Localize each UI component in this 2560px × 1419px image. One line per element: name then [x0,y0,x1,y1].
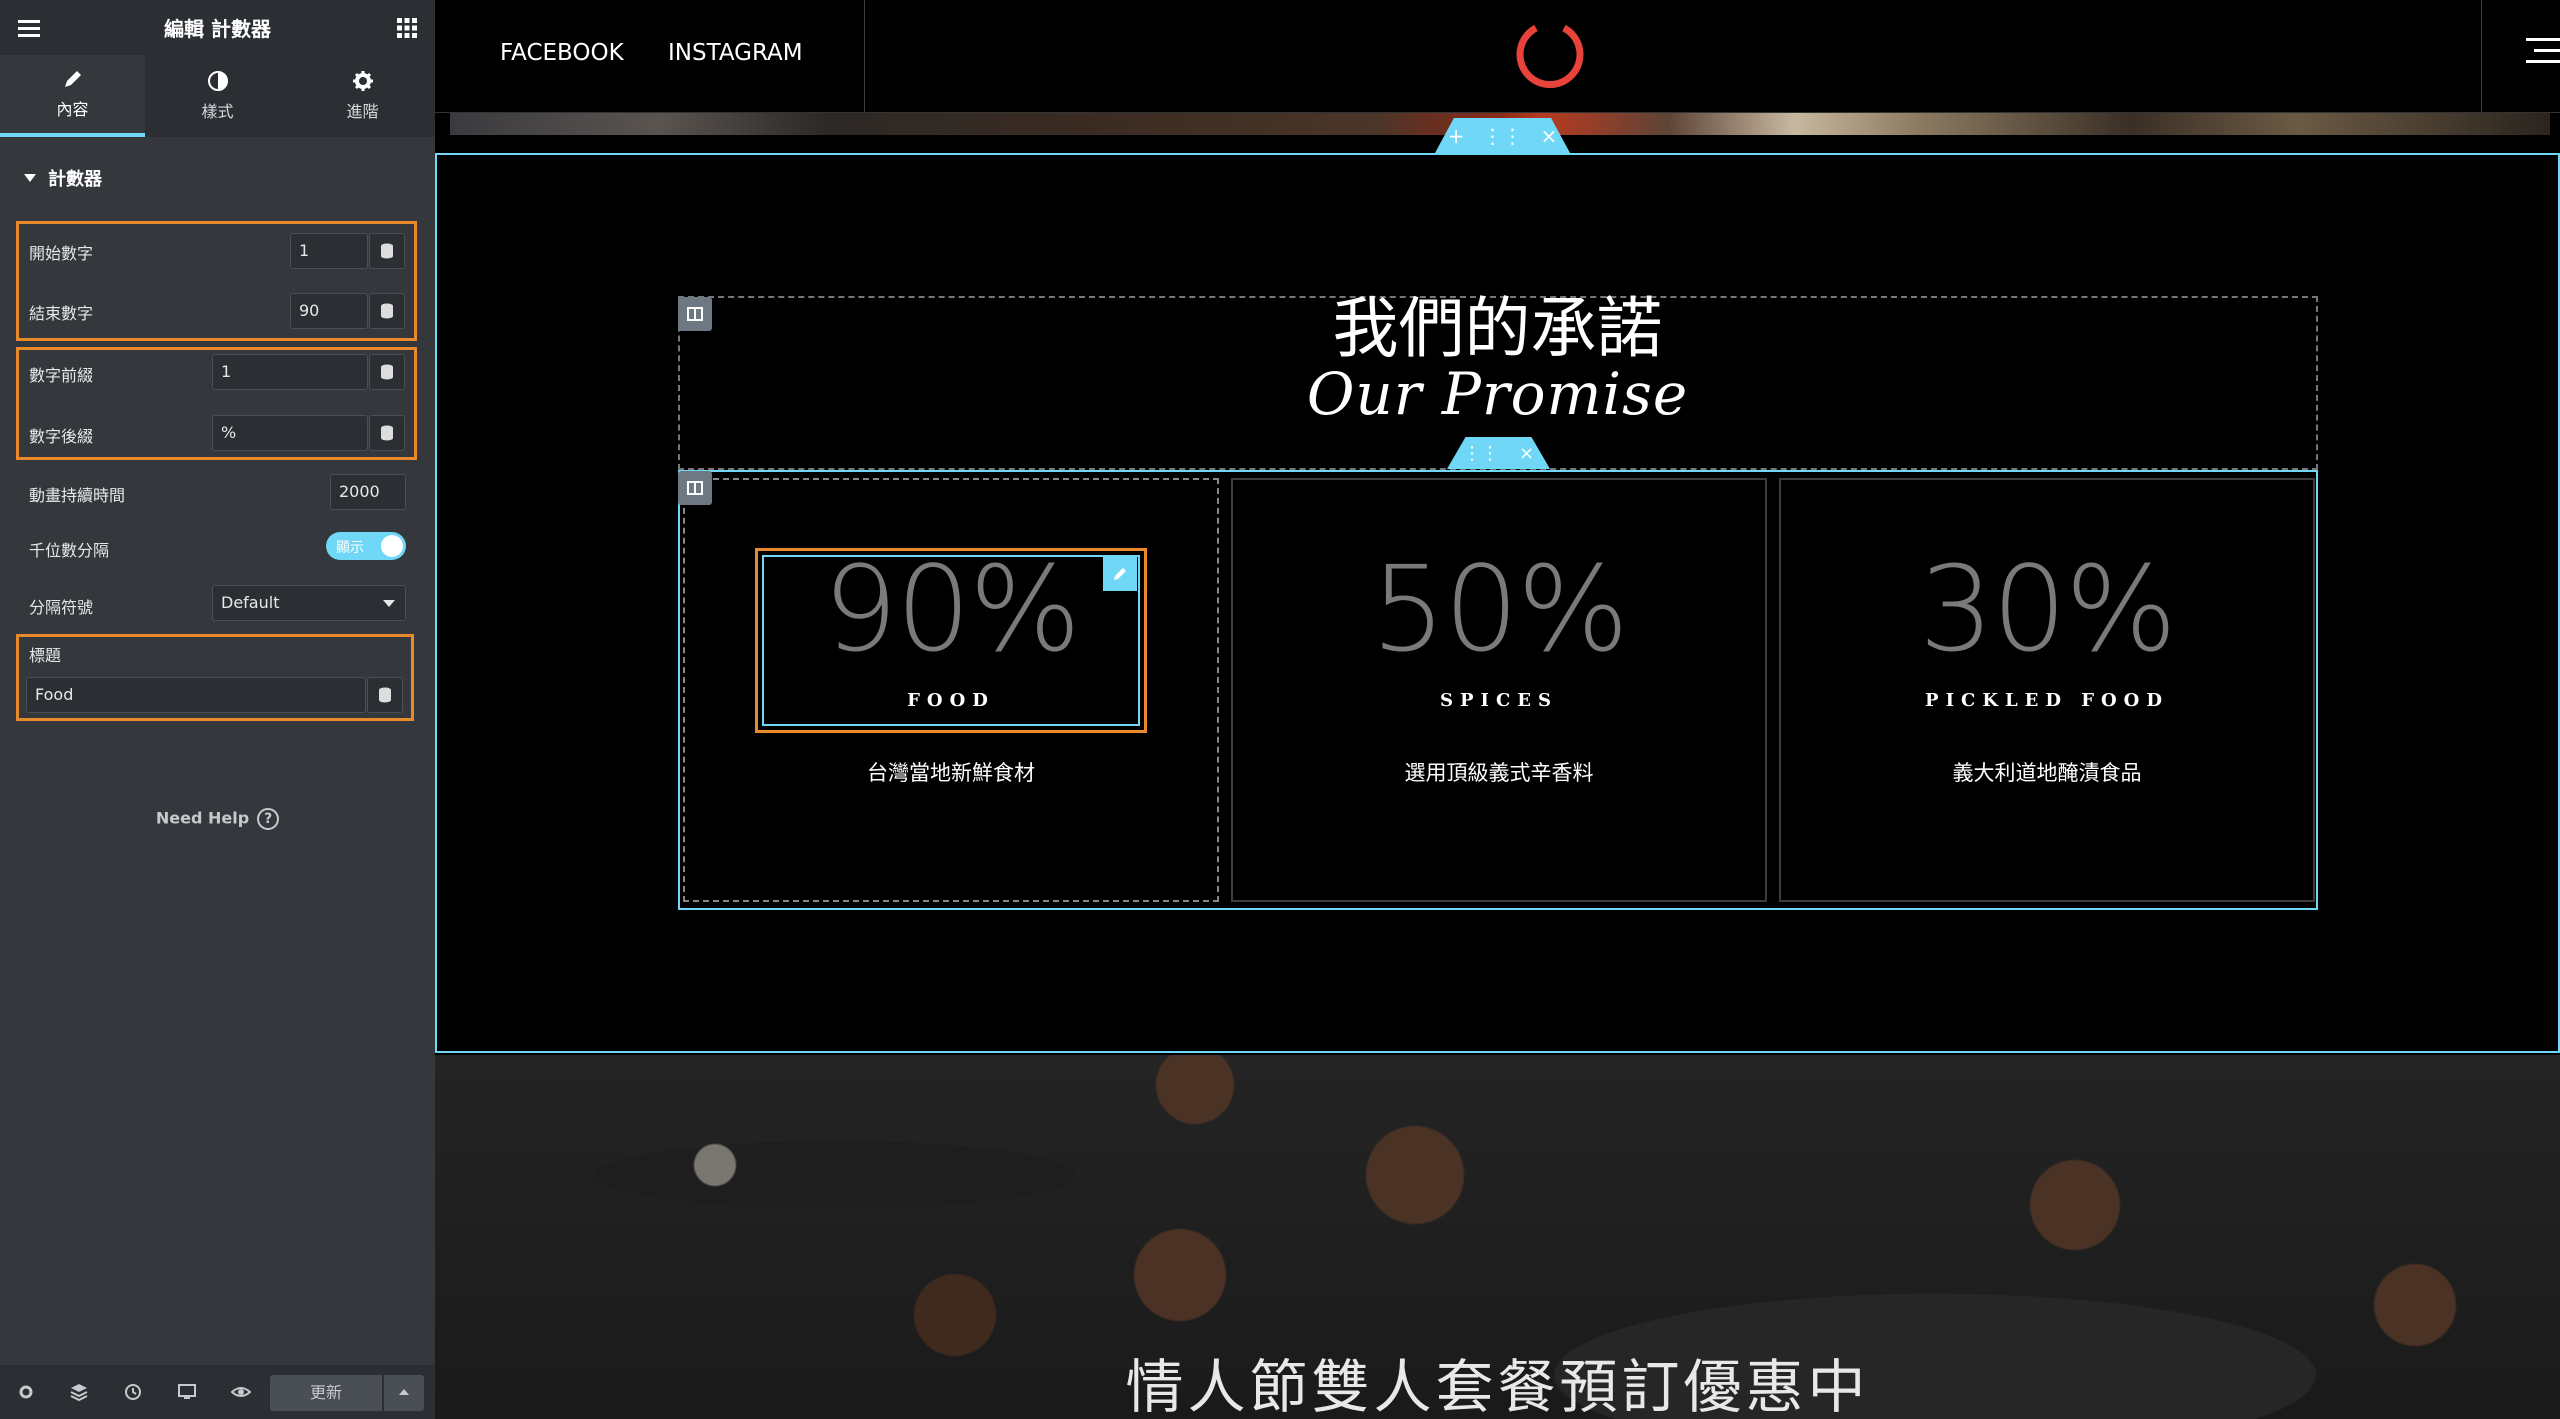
eye-icon[interactable] [231,1382,251,1402]
counter-description: 台灣當地新鮮食材 [867,761,1035,785]
database-icon [381,303,393,319]
counter-title: FOOD [907,690,995,711]
site-header: FACEBOOK INSTAGRAM [435,0,2560,113]
toggle-knob [381,535,403,557]
section-toggle-counter[interactable]: 計數器 [24,165,102,191]
title-label: 標題 [29,646,62,665]
counter-number: 30% [1918,540,2177,678]
panel-footer: 更新 [0,1365,435,1419]
toggle-label: 顯示 [336,540,364,556]
hamburger-menu-icon[interactable] [2526,38,2560,71]
prefix-input[interactable]: 1 [212,354,368,390]
dynamic-tags-button[interactable] [369,354,405,390]
header-divider [2481,0,2482,113]
database-icon [379,687,391,703]
caret-down-icon [24,174,36,182]
gear-icon [352,71,373,91]
promo-banner-text: 情人節雙人套餐預訂優惠中 [1125,1353,1870,1419]
dynamic-tags-button[interactable] [369,415,405,451]
section-handle[interactable]: + ⋮⋮ × [1435,118,1570,153]
panel-header: 編輯 計數器 [0,0,435,55]
tab-content[interactable]: 內容 [0,55,145,137]
add-icon[interactable]: + [1448,124,1465,148]
half-circle-icon [207,71,228,91]
grid-icon[interactable] [394,15,420,41]
history-icon[interactable] [123,1382,143,1402]
thousand-separator-label: 千位數分隔 [29,541,110,560]
question-icon: ? [257,808,280,830]
counter-description: 選用頂級義式辛香料 [1404,761,1594,785]
section-title: 計數器 [48,169,102,190]
logo-ring[interactable] [1514,20,1586,92]
counter-title: PICKLED FOOD [1925,690,2169,711]
settings-icon[interactable] [16,1382,36,1402]
prefix-label: 數字前綴 [29,366,94,385]
dynamic-tags-button[interactable] [369,233,405,269]
duration-label: 動畫持續時間 [29,486,126,505]
end-number-input[interactable]: 90 [290,293,368,329]
drag-icon[interactable]: ⋮⋮ [1463,443,1499,464]
nav-instagram[interactable]: INSTAGRAM [668,40,803,66]
counter-description: 義大利道地醃漬食品 [1952,761,2142,785]
counter-title: SPICES [1440,690,1558,711]
update-button[interactable]: 更新 [270,1375,382,1411]
panel-title: 編輯 計數器 [164,17,271,41]
separator-label: 分隔符號 [29,598,94,617]
start-number-input[interactable]: 1 [290,233,368,269]
title-input[interactable]: Food [26,677,366,713]
start-number-label: 開始數字 [29,244,94,263]
tab-label: 樣式 [201,102,234,121]
chevron-down-icon [383,600,395,607]
duration-input[interactable]: 2000 [330,474,406,510]
header-divider [864,0,865,113]
tab-advanced[interactable]: 進階 [290,55,435,137]
database-icon [381,364,393,380]
pencil-icon [64,71,81,87]
end-number-label: 結束數字 [29,304,94,323]
need-help-link[interactable]: Need Help? [0,808,435,830]
suffix-label: 數字後綴 [29,427,94,446]
close-icon[interactable]: × [1541,124,1558,148]
suffix-input[interactable]: % [212,415,368,451]
column-handle-icon[interactable] [678,471,712,505]
need-help-label: Need Help [155,808,250,828]
separator-value: Default [221,593,280,612]
separator-select[interactable]: Default [212,585,406,621]
close-icon[interactable]: × [1519,443,1534,464]
promise-script-heading: Our Promise [1306,360,1689,428]
dynamic-tags-button[interactable] [367,677,403,713]
counter-number: 50% [1370,540,1629,678]
responsive-icon[interactable] [177,1382,197,1402]
nav-facebook[interactable]: FACEBOOK [500,40,624,66]
layers-icon[interactable] [69,1382,89,1402]
update-options-button[interactable] [384,1375,424,1411]
editor-panel: 編輯 計數器 內容 樣式 進階 計數器 開始數字 1 結束數字 90 數字前綴 … [0,0,435,1419]
tab-style[interactable]: 樣式 [145,55,290,137]
drag-icon[interactable]: ⋮⋮ [1483,124,1523,148]
database-icon [381,243,393,259]
promise-heading: 我們的承諾 [1332,290,1663,367]
menu-icon[interactable] [16,15,42,41]
counter-number: 90% [822,540,1081,678]
dynamic-tags-button[interactable] [369,293,405,329]
database-icon [381,425,393,441]
panel-tabs: 內容 樣式 進階 [0,55,435,137]
tab-label: 內容 [56,100,89,119]
tab-label: 進階 [346,102,379,121]
thousand-separator-toggle[interactable]: 顯示 [326,532,406,560]
page-preview: FACEBOOK INSTAGRAM + ⋮⋮ × 我們的承諾 Our Prom… [435,0,2560,1419]
